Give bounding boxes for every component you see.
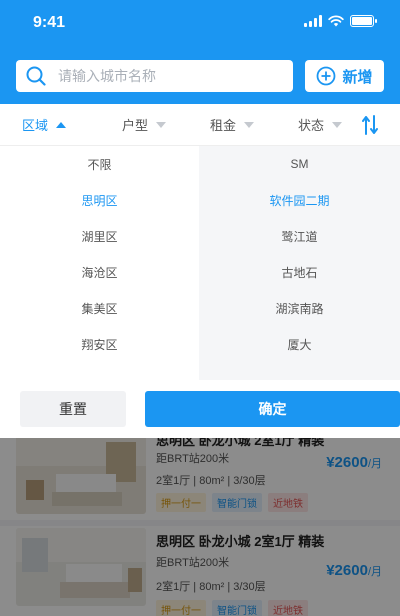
district-option-selected[interactable]: 思明区 (0, 182, 199, 218)
area-option[interactable]: 鹭江道 (199, 218, 400, 254)
modal-overlay[interactable] (0, 438, 400, 616)
tab-rent[interactable]: 租金 (188, 115, 276, 134)
tab-district-label: 区域 (22, 118, 49, 133)
status-bar: 9:41 (0, 0, 400, 46)
reset-button[interactable]: 重置 (20, 391, 126, 427)
caret-up-icon (56, 121, 67, 128)
status-time: 9:41 (33, 14, 66, 31)
signal-icon (304, 15, 322, 27)
district-dropdown: 不限 思明区 湖里区 海沧区 集美区 翔安区 SM 软件园二期 鹭江道 古地石 … (0, 146, 400, 380)
tab-status[interactable]: 状态 (276, 115, 364, 134)
confirm-button[interactable]: 确定 (145, 391, 400, 427)
wifi-icon (328, 15, 344, 27)
status-icons (304, 15, 377, 27)
tab-district[interactable]: 区域 (0, 115, 100, 134)
area-option[interactable]: 湖滨南路 (199, 290, 400, 326)
tab-layout-label: 户型 (121, 118, 148, 133)
search-box[interactable] (16, 60, 293, 92)
add-button[interactable]: 新增 (305, 60, 384, 92)
add-button-label: 新增 (342, 68, 373, 86)
district-option[interactable]: 不限 (0, 146, 199, 182)
area-option[interactable]: SM (199, 146, 400, 182)
district-option[interactable]: 集美区 (0, 290, 199, 326)
sort-icon[interactable] (362, 114, 378, 136)
app-header: 9:41 新增 (0, 0, 400, 104)
area-option-selected[interactable]: 软件园二期 (199, 182, 400, 218)
caret-down-icon (156, 121, 166, 128)
battery-icon (350, 15, 377, 27)
filter-bar: 区域 户型 租金 状态 (0, 104, 400, 146)
district-option[interactable]: 海沧区 (0, 254, 199, 290)
district-option[interactable]: 翔安区 (0, 326, 199, 362)
tab-rent-label: 租金 (209, 118, 236, 133)
tab-layout[interactable]: 户型 (100, 115, 188, 134)
caret-down-icon (244, 121, 254, 128)
tab-status-label: 状态 (297, 118, 324, 133)
dropdown-actions: 重置 确定 (0, 380, 400, 438)
area-option[interactable]: 古地石 (199, 254, 400, 290)
plus-circle-icon (317, 66, 336, 86)
area-column: SM 软件园二期 鹭江道 古地石 湖滨南路 厦大 (199, 146, 400, 380)
search-icon (26, 66, 46, 86)
district-option[interactable]: 湖里区 (0, 218, 199, 254)
search-input[interactable] (58, 68, 278, 84)
area-option[interactable]: 厦大 (199, 326, 400, 362)
caret-down-icon (332, 121, 342, 128)
district-column: 不限 思明区 湖里区 海沧区 集美区 翔安区 (0, 146, 199, 380)
